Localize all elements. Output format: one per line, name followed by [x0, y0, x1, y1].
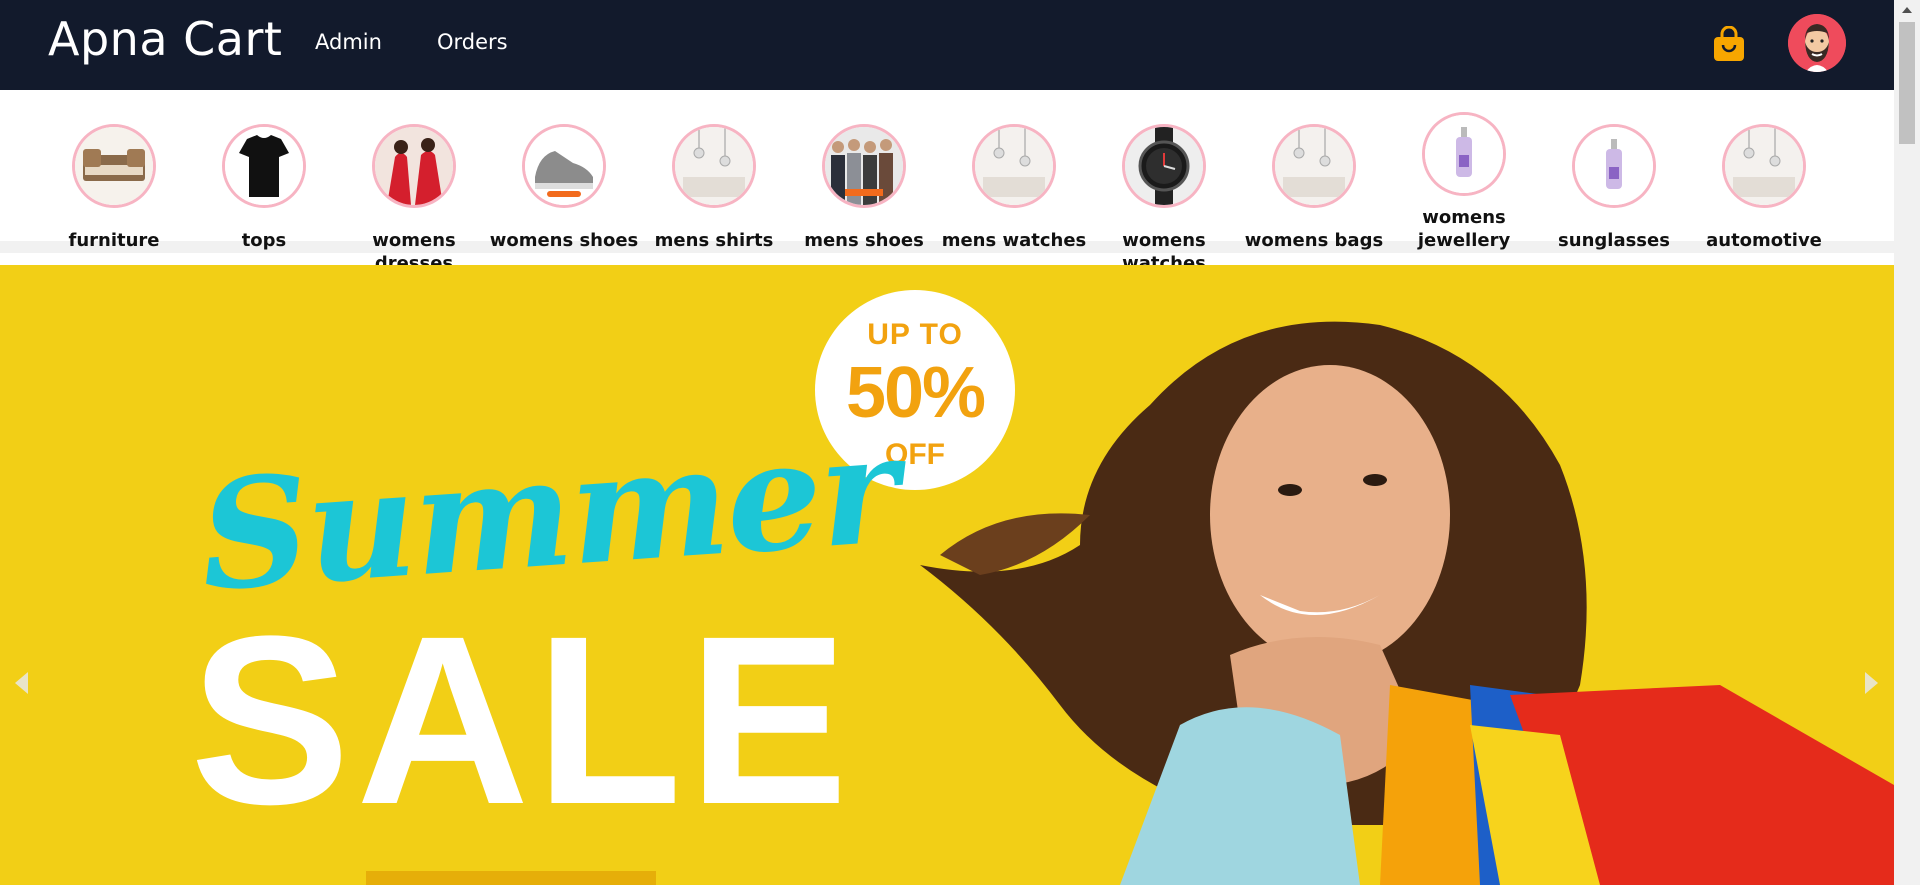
bottle-thumbnail: [1422, 112, 1506, 196]
tshirt-thumbnail: [222, 124, 306, 208]
category-label: furniture: [68, 230, 160, 251]
shopping-bag-icon[interactable]: [1712, 25, 1746, 62]
dress-thumbnail: [372, 124, 456, 208]
hero-carousel[interactable]: UP TO 50% OFF Summer SALE: [0, 265, 1894, 885]
category-label: mens shirts: [654, 230, 774, 251]
page: Apna Cart Admin Orders furniture tops wo…: [0, 0, 1920, 885]
sneaker-thumbnail: [522, 124, 606, 208]
category-label: womens jewellery: [1417, 207, 1511, 251]
scroll-up-icon[interactable]: [1902, 7, 1912, 13]
room-thumbnail: [1272, 124, 1356, 208]
chevron-left-icon[interactable]: [15, 672, 28, 694]
scrollbar-thumb[interactable]: [1899, 22, 1915, 144]
room-thumbnail: [972, 124, 1056, 208]
room-thumbnail: [672, 124, 756, 208]
category-label: automotive: [1706, 230, 1822, 251]
category-label: womens bags: [1244, 230, 1384, 251]
category-label: mens shoes: [804, 230, 924, 251]
category-label: womens shoes: [489, 230, 639, 251]
nav-link-admin[interactable]: Admin: [315, 30, 382, 54]
page-scrollbar[interactable]: [1894, 0, 1920, 885]
user-avatar-icon[interactable]: [1788, 14, 1846, 72]
badge-top-text: UP TO: [867, 318, 963, 351]
hero-headline: SALE: [190, 586, 855, 854]
chevron-right-icon[interactable]: [1865, 672, 1878, 694]
category-label: mens watches: [941, 230, 1087, 251]
room-thumbnail: [1722, 124, 1806, 208]
top-navbar: Apna Cart Admin Orders: [0, 0, 1894, 90]
category-strip: furniture tops womens dresses womens sho…: [0, 90, 1894, 274]
watch-thumbnail: [1122, 124, 1206, 208]
hero-cta-bar: [366, 871, 656, 885]
category-label: sunglasses: [1558, 230, 1670, 251]
bottle-thumbnail: [1572, 124, 1656, 208]
group-thumbnail: [822, 124, 906, 208]
bed-thumbnail: [72, 124, 156, 208]
brand-logo-text[interactable]: Apna Cart: [48, 12, 282, 66]
nav-link-orders[interactable]: Orders: [437, 30, 508, 54]
category-label: tops: [241, 230, 287, 251]
